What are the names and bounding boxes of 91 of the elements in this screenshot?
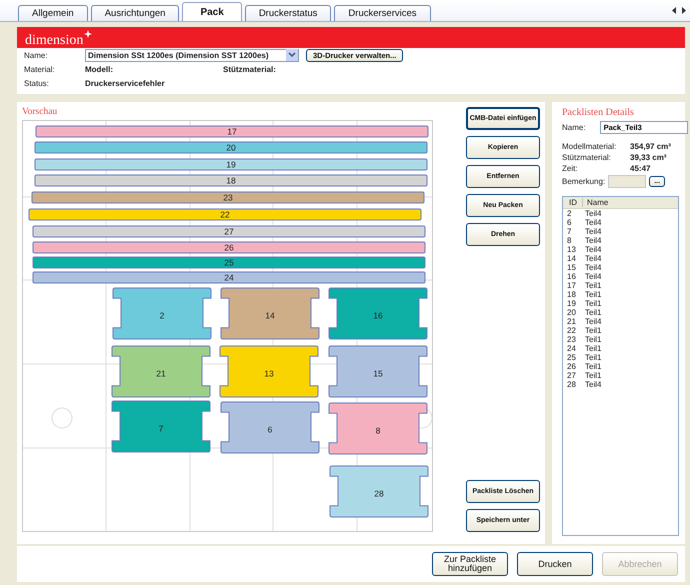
list-cell-text: 6 bbox=[566, 218, 572, 227]
stat-value: 39,33 cm³ bbox=[630, 153, 668, 162]
list-cell: Teil4 bbox=[585, 218, 602, 227]
list-cell-text: 7 bbox=[566, 227, 572, 236]
part-block: 15 bbox=[328, 346, 428, 398]
field-label: Material: bbox=[24, 64, 56, 74]
list-cell: Teil1 bbox=[585, 362, 602, 371]
list-cell-text: 14 bbox=[566, 254, 577, 263]
printer-dropdown[interactable]: Dimension SSt 1200es (Dimension SST 1200es) bbox=[85, 48, 299, 62]
field-label: Name: bbox=[24, 50, 49, 60]
scroll-arrows-icon[interactable] bbox=[672, 7, 686, 14]
part-bar: 19 bbox=[34, 158, 428, 170]
remark-input[interactable] bbox=[608, 175, 646, 188]
list-cell: Teil4 bbox=[585, 317, 602, 326]
list-cell: Teil4 bbox=[585, 236, 602, 245]
part-block: 8 bbox=[328, 402, 428, 454]
list-cell-text: 15 bbox=[566, 263, 577, 272]
tab[interactable]: Pack bbox=[182, 2, 242, 21]
part-bar: 17 bbox=[36, 126, 428, 138]
list-cell: Teil1 bbox=[585, 344, 602, 353]
part-block: 6 bbox=[220, 402, 320, 454]
list-cell-text: 19 bbox=[566, 299, 577, 308]
list-cell: Teil1 bbox=[585, 335, 602, 344]
logo: dimension bbox=[25, 33, 84, 48]
support-label: Stützmaterial: bbox=[223, 64, 276, 74]
part-bar: 24 bbox=[32, 272, 426, 284]
list-cell: Teil4 bbox=[585, 209, 602, 218]
field-label: Bemerkung: bbox=[562, 177, 606, 186]
stat-label: Modellmaterial: bbox=[562, 142, 618, 151]
list-cell: Teil1 bbox=[585, 308, 602, 317]
tab[interactable]: Druckerservices bbox=[334, 5, 431, 21]
list-cell: Teil4 bbox=[585, 272, 602, 281]
stat-value: 354,97 cm³ bbox=[630, 142, 672, 151]
part-block: 13 bbox=[220, 346, 318, 398]
list-cell: Teil4 bbox=[585, 254, 602, 263]
list-cell-text: 2 bbox=[566, 209, 572, 218]
list-cell: Teil4 bbox=[585, 245, 602, 254]
part-block: 14 bbox=[220, 288, 320, 340]
list-cell-text: 28 bbox=[566, 380, 577, 389]
list-cell-text: 8 bbox=[566, 236, 572, 245]
tab[interactable]: Druckerstatus bbox=[244, 5, 332, 21]
list-cell: Teil1 bbox=[585, 290, 602, 299]
tab[interactable]: Allgemein bbox=[18, 5, 88, 21]
stat-value: 45:47 bbox=[630, 164, 652, 173]
list-cell: Teil1 bbox=[585, 353, 602, 362]
part-bar: 22 bbox=[28, 208, 422, 220]
part-bar: 26 bbox=[32, 242, 426, 254]
alignment-circle bbox=[52, 408, 72, 428]
status-value: Druckerservicefehler bbox=[85, 78, 165, 88]
list-cell-text: 22 bbox=[566, 326, 577, 335]
part-block: 7 bbox=[112, 400, 210, 452]
part-block: 28 bbox=[330, 466, 428, 518]
list-cell: Teil1 bbox=[585, 371, 602, 380]
part-block: 21 bbox=[112, 346, 210, 398]
stat-label: Zeit: bbox=[562, 164, 579, 173]
column-header[interactable]: Name bbox=[587, 198, 608, 207]
sparkle-icon bbox=[84, 30, 92, 38]
list-cell-text: 26 bbox=[566, 362, 577, 371]
list-cell: Teil4 bbox=[585, 227, 602, 236]
part-bar: 20 bbox=[34, 142, 428, 154]
part-bar: 18 bbox=[34, 174, 428, 186]
part-block: 2 bbox=[112, 288, 212, 340]
list-cell: Teil1 bbox=[585, 326, 602, 335]
list-cell-text: 13 bbox=[566, 245, 577, 254]
list-cell-text: 17 bbox=[566, 281, 577, 290]
field-label: Status: bbox=[24, 78, 50, 88]
part-block: 16 bbox=[328, 288, 428, 340]
panel-title: Vorschau bbox=[22, 107, 58, 119]
list-cell-text: 27 bbox=[566, 371, 577, 380]
list-cell-text: 23 bbox=[566, 335, 577, 344]
footer-button[interactable]: Zur Packliste hinzufügen bbox=[432, 552, 508, 576]
list-cell: Teil1 bbox=[585, 281, 602, 290]
column-header[interactable]: ID bbox=[563, 198, 583, 207]
model-label: Modell: bbox=[85, 64, 114, 74]
list-cell: Teil4 bbox=[585, 380, 602, 389]
part-bar: 27 bbox=[32, 226, 426, 238]
footer-button[interactable]: Drucken bbox=[517, 552, 593, 576]
part-bar: 23 bbox=[32, 192, 424, 204]
stat-label: Stützmaterial: bbox=[562, 153, 612, 162]
list-cell-text: 21 bbox=[566, 317, 577, 326]
list-cell-text: 16 bbox=[566, 272, 577, 281]
list-cell-text: 24 bbox=[566, 344, 577, 353]
field-label: Name: bbox=[562, 123, 586, 132]
list-cell-text: 25 bbox=[566, 353, 577, 362]
part-bar: 25 bbox=[32, 256, 426, 268]
list-cell: Teil1 bbox=[585, 299, 602, 308]
list-cell-text: 20 bbox=[566, 308, 577, 317]
panel-title: Packlisten Details bbox=[562, 107, 634, 120]
list-cell: Teil4 bbox=[585, 263, 602, 272]
tab[interactable]: Ausrichtungen bbox=[90, 5, 180, 21]
list-cell-text: 18 bbox=[566, 290, 577, 299]
